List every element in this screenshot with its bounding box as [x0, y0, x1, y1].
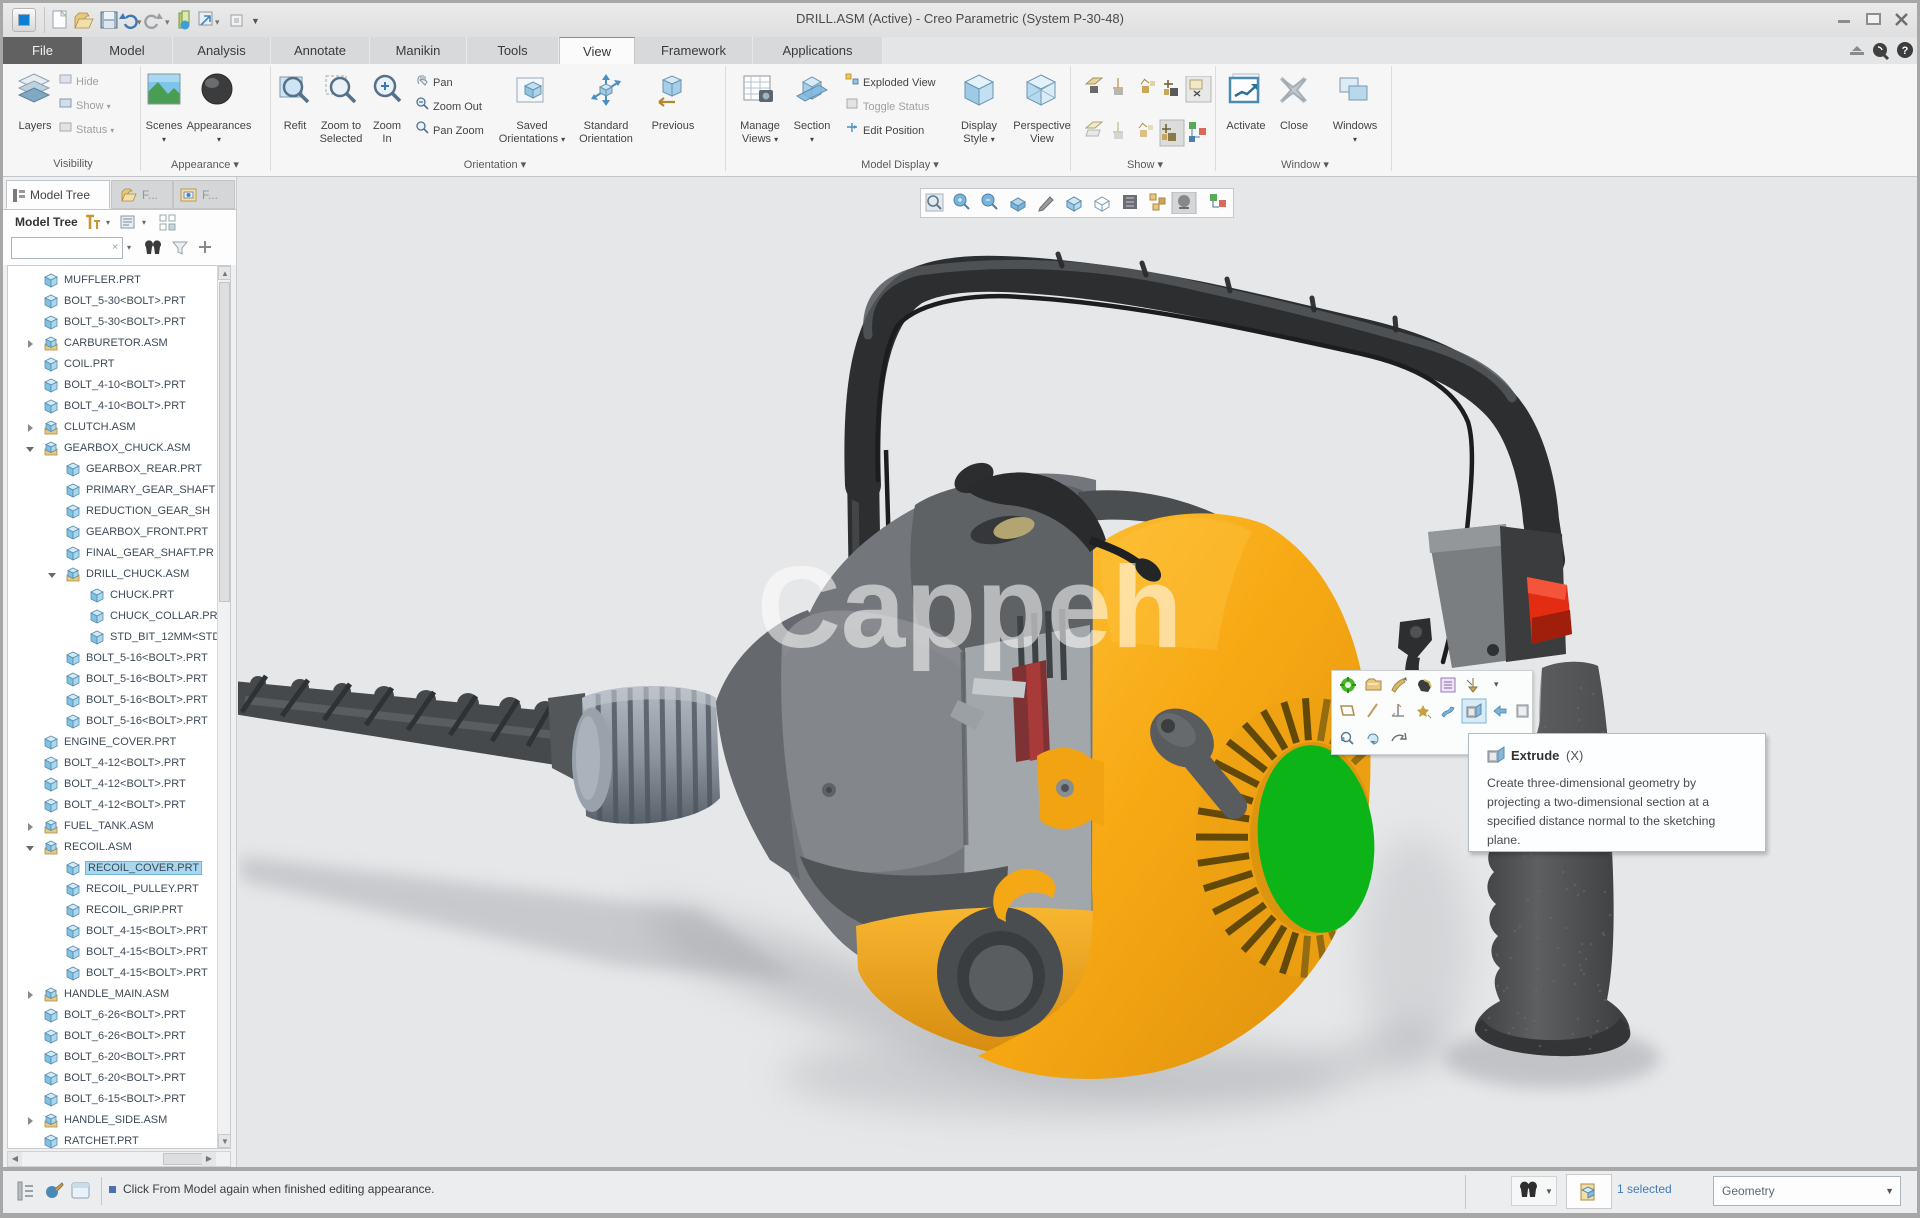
- svg-text:▾: ▾: [1494, 679, 1499, 689]
- svg-text:?: ?: [1902, 45, 1909, 57]
- svg-text:a: a: [1341, 736, 1345, 743]
